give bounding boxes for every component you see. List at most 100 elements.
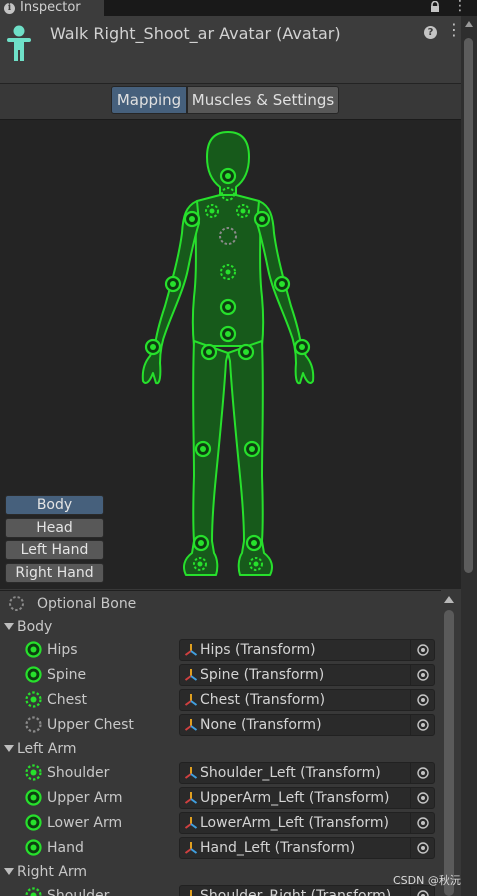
- tab-inspector[interactable]: i Inspector: [0, 0, 104, 16]
- object-picker-icon[interactable]: [410, 787, 434, 808]
- object-picker-icon[interactable]: [410, 714, 434, 735]
- bone-transform-field[interactable]: None (Transform): [179, 713, 435, 736]
- transform-icon: [184, 693, 198, 706]
- page-title: Walk Right_Shoot_ar Avatar (Avatar): [50, 24, 341, 43]
- bone-marker-right-upper-arm: [253, 210, 271, 228]
- group-label: Right Arm: [17, 863, 88, 880]
- bone-transform-field[interactable]: UpperArm_Left (Transform): [179, 786, 435, 809]
- object-picker-icon[interactable]: [410, 689, 434, 710]
- bone-label: Shoulder: [47, 764, 110, 781]
- list-scrollbar[interactable]: [441, 590, 461, 896]
- transform-icon: [184, 643, 198, 656]
- bone-label: Hips: [47, 641, 78, 658]
- bone-optional-mapped-icon: [25, 887, 42, 896]
- bone-transform-field[interactable]: Hips (Transform): [179, 638, 435, 661]
- inspector-scroll-thumb[interactable]: [464, 38, 473, 573]
- bone-mapped-icon: [25, 666, 42, 683]
- bone-value: Chest (Transform): [200, 691, 326, 708]
- figure-right-arm: [256, 200, 315, 385]
- transform-icon: [184, 816, 198, 829]
- tab-mapping[interactable]: Mapping: [111, 86, 187, 114]
- bone-label: Spine: [47, 666, 87, 683]
- transform-icon: [184, 791, 198, 804]
- bone-marker-right-upper-leg: [237, 343, 255, 361]
- bone-value: Shoulder_Left (Transform): [200, 764, 381, 781]
- group-body-foldout[interactable]: Body: [0, 614, 441, 639]
- bone-transform-field[interactable]: Shoulder_Left (Transform): [179, 761, 435, 784]
- tab-muscles-settings[interactable]: Muscles & Settings: [187, 86, 339, 114]
- transform-icon: [184, 766, 198, 779]
- bone-marker-right-lower-leg: [243, 440, 261, 458]
- bone-marker-left-foot: [192, 534, 210, 552]
- info-icon: i: [4, 2, 15, 14]
- group-right-arm-foldout[interactable]: Right Arm: [0, 859, 441, 884]
- bone-value: UpperArm_Left (Transform): [200, 789, 390, 806]
- bone-marker-right-foot: [245, 534, 263, 552]
- bone-marker-right-lower-arm: [273, 275, 291, 293]
- bone-marker-left-lower-leg: [194, 440, 212, 458]
- bone-value: None (Transform): [200, 716, 322, 733]
- lock-icon[interactable]: [430, 1, 440, 13]
- list-scroll-thumb[interactable]: [444, 610, 454, 896]
- bone-transform-field[interactable]: LowerArm_Left (Transform): [179, 811, 435, 834]
- bone-label: Upper Arm: [47, 789, 123, 806]
- body-part-head-button[interactable]: Head: [5, 518, 104, 538]
- inspector-scrollbar[interactable]: [461, 16, 477, 896]
- tab-menu-icon[interactable]: ⋮: [453, 0, 467, 13]
- bone-mapped-icon: [25, 839, 42, 856]
- tab-label: Inspector: [20, 0, 81, 15]
- bone-label: Upper Chest: [47, 716, 134, 733]
- group-label: Body: [17, 618, 53, 635]
- optional-bone-legend: Optional Bone: [0, 591, 441, 616]
- bone-value: LowerArm_Left (Transform): [200, 814, 390, 831]
- bone-marker-head: [219, 167, 237, 185]
- bone-row-spine: Spine Spine (Transform): [0, 662, 441, 687]
- bone-label: Shoulder: [47, 887, 110, 896]
- object-picker-icon[interactable]: [410, 639, 434, 660]
- bone-row-upper-chest: Upper Chest None (Transform): [0, 712, 441, 737]
- avatar-figure-panel: Body Head Left Hand Right Hand: [0, 119, 461, 589]
- body-part-right-hand-button[interactable]: Right Hand: [5, 563, 104, 583]
- mode-toolbar: Mapping Muscles & Settings: [0, 84, 461, 118]
- bone-value: Hips (Transform): [200, 641, 316, 658]
- bone-marker-spine: [219, 298, 237, 316]
- bone-marker-left-lower-arm: [164, 275, 182, 293]
- group-left-arm-foldout[interactable]: Left Arm: [0, 736, 441, 761]
- object-picker-icon[interactable]: [410, 664, 434, 685]
- bone-optional-mapped-icon: [25, 764, 42, 781]
- group-label: Left Arm: [17, 740, 77, 757]
- bone-marker-left-upper-arm: [183, 210, 201, 228]
- bone-value: Hand_Left (Transform): [200, 839, 356, 856]
- object-picker-icon[interactable]: [410, 812, 434, 833]
- body-part-left-hand-button[interactable]: Left Hand: [5, 540, 104, 560]
- bone-value: Spine (Transform): [200, 666, 325, 683]
- component-menu-icon[interactable]: ⋮: [446, 22, 462, 38]
- scroll-up-arrow-icon[interactable]: [465, 21, 473, 27]
- bone-marker-right-hand: [293, 338, 311, 356]
- bone-row-left-shoulder: Shoulder Shoulder_Left (Transform): [0, 760, 441, 785]
- body-part-body-button[interactable]: Body: [5, 495, 104, 515]
- object-picker-icon[interactable]: [410, 837, 434, 858]
- tab-bar: i Inspector ⋮: [0, 0, 477, 16]
- transform-icon: [184, 841, 198, 854]
- help-icon[interactable]: ?: [424, 26, 437, 39]
- bone-row-hips: Hips Hips (Transform): [0, 637, 441, 662]
- figure-left-arm: [141, 200, 200, 385]
- bone-marker-hips: [219, 325, 237, 343]
- bone-label: Hand: [47, 839, 84, 856]
- bone-mapped-icon: [25, 814, 42, 831]
- bone-value: Shoulder_Right (Transform): [200, 887, 392, 896]
- bone-mapped-icon: [25, 641, 42, 658]
- avatar-icon: [7, 25, 31, 61]
- bone-transform-field[interactable]: Spine (Transform): [179, 663, 435, 686]
- bone-label: Lower Arm: [47, 814, 123, 831]
- bone-row-right-shoulder: Shoulder Shoulder_Right (Transform): [0, 883, 441, 896]
- object-picker-icon[interactable]: [410, 762, 434, 783]
- bone-row-left-lower-arm: Lower Arm LowerArm_Left (Transform): [0, 810, 441, 835]
- bone-transform-field[interactable]: Hand_Left (Transform): [179, 836, 435, 859]
- bone-row-left-hand: Hand Hand_Left (Transform): [0, 835, 441, 860]
- chevron-down-icon: [4, 868, 14, 875]
- bone-transform-field[interactable]: Chest (Transform): [179, 688, 435, 711]
- scroll-up-arrow-icon[interactable]: [444, 596, 454, 603]
- bone-optional-mapped-icon: [25, 691, 42, 708]
